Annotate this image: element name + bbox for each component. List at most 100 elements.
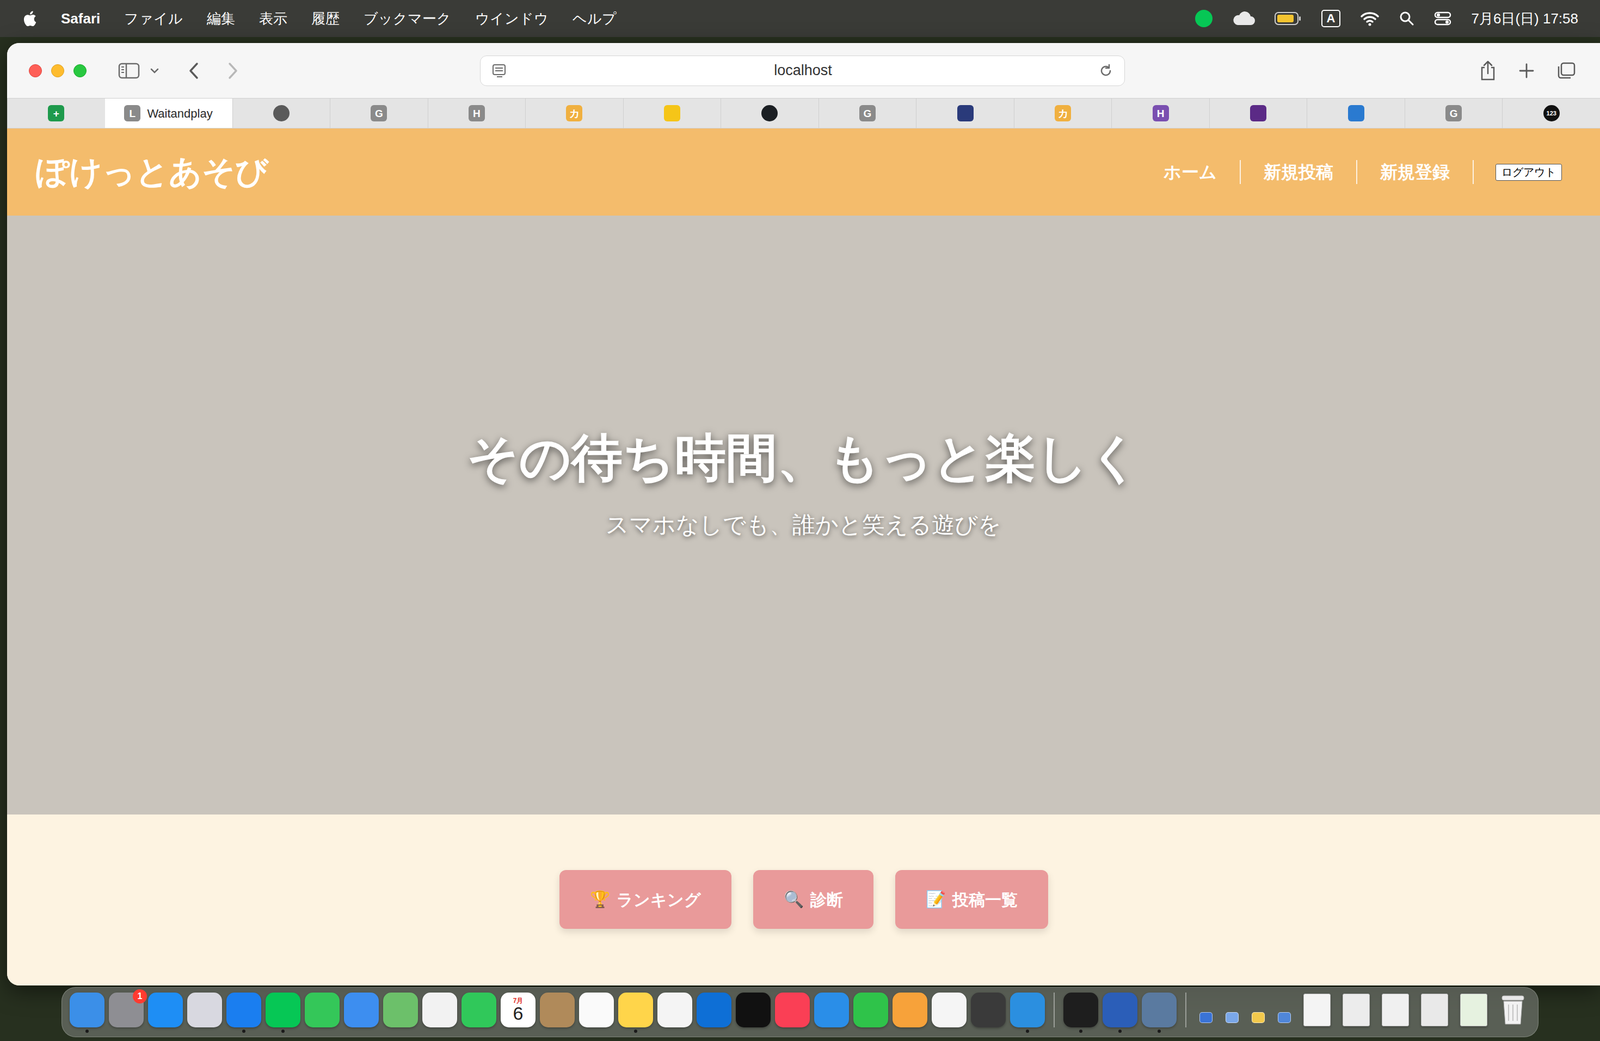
dock-item[interactable] [69,992,105,1033]
menu-item[interactable]: 履歴 [311,8,340,30]
dock-item[interactable] [970,992,1006,1033]
dock-item[interactable] [539,992,575,1033]
address-bar[interactable]: localhost [480,55,1125,86]
browser-tab[interactable]: カ [525,98,624,128]
browser-tab[interactable]: G [1404,98,1503,128]
chevron-down-icon[interactable] [149,67,160,75]
dock-item[interactable] [187,992,223,1033]
browser-tab[interactable] [623,98,722,128]
dock-item[interactable] [1102,992,1138,1033]
dock-item[interactable]: 1 [108,992,144,1033]
app-icon [970,992,1006,1027]
dock-item[interactable] [422,992,458,1033]
browser-tab[interactable] [1209,98,1308,128]
action-button[interactable]: 📝投稿一覧 [895,869,1049,929]
search-icon[interactable] [1399,10,1415,27]
dock-item[interactable] [853,992,889,1033]
dock-item[interactable] [735,992,771,1033]
minimized-window[interactable] [1195,992,1217,1027]
new-tab-icon[interactable] [1518,62,1535,79]
dock-item[interactable] [383,992,418,1033]
browser-tab[interactable]: カ [1013,98,1112,128]
action-label: ランキング [616,887,701,912]
dock-item[interactable] [1063,992,1099,1033]
minimized-window[interactable] [1456,992,1492,1027]
dock-item[interactable] [265,992,301,1033]
sidebar-icon[interactable] [118,62,140,80]
dock-item[interactable] [892,992,928,1033]
menu-item[interactable]: ヘルプ [572,8,617,30]
browser-tab[interactable]: G [329,98,428,128]
browser-tab[interactable] [720,98,819,128]
dock-item[interactable] [657,992,693,1033]
cloud-icon[interactable] [1232,10,1255,27]
browser-tab[interactable] [915,98,1014,128]
dock-item[interactable] [148,992,183,1033]
action-button[interactable]: 🔍診断 [753,869,874,929]
dock-item[interactable] [1010,992,1045,1033]
menu-item[interactable]: ブックマーク [363,8,452,30]
browser-tab[interactable]: LWaitandplay [105,98,233,128]
dock-item[interactable] [461,992,497,1033]
nav-link[interactable]: 新規登録 [1356,160,1473,184]
app-menu[interactable]: Safari [60,8,101,30]
action-icon: 🔍 [783,890,804,908]
logout-button[interactable]: ログアウト [1495,163,1562,181]
nav-link[interactable]: ホーム [1140,160,1240,184]
action-icon: 🏆 [589,890,611,908]
nav-link[interactable]: 新規投稿 [1239,160,1357,184]
menu-item[interactable]: ウインドウ [475,8,549,30]
input-source[interactable]: A [1321,9,1341,28]
action-label: 投稿一覧 [952,887,1018,912]
browser-tab[interactable]: + [7,98,106,128]
minimize-button[interactable] [51,64,65,78]
battery-icon[interactable] [1274,11,1302,26]
dock-item[interactable] [618,992,654,1033]
dock-item[interactable] [696,992,732,1033]
browser-tab[interactable] [1306,98,1405,128]
reload-icon[interactable] [1098,63,1114,79]
dock-item[interactable]: 7月6 [500,992,536,1033]
share-icon[interactable] [1479,59,1497,82]
minimized-window[interactable] [1377,992,1413,1027]
trash[interactable] [1495,992,1531,1027]
dock-item[interactable] [343,992,379,1033]
control-center-icon[interactable] [1434,10,1452,27]
dock-item[interactable] [774,992,810,1033]
zoom-button[interactable] [73,64,87,78]
browser-tab[interactable]: H [427,98,526,128]
browser-tab[interactable]: H [1111,98,1210,128]
dock-item[interactable] [304,992,340,1033]
minimized-window[interactable] [1273,992,1296,1027]
menu-item[interactable]: 表示 [259,8,288,30]
site-logo[interactable]: ぽけっとあそび [35,155,269,189]
action-button[interactable]: 🏆 ランキング [559,869,732,929]
menu-item[interactable]: ファイル [124,8,183,30]
url-text[interactable]: localhost [507,59,1099,82]
dock-item[interactable] [226,992,262,1033]
minimized-window[interactable] [1247,992,1270,1027]
dock-item[interactable] [1141,992,1177,1033]
forward-icon[interactable] [226,61,239,80]
minimized-window[interactable] [1299,992,1335,1027]
dock-item[interactable] [579,992,614,1033]
browser-tab[interactable]: 123 [1502,98,1600,128]
dock-item[interactable] [931,992,967,1033]
minimized-window[interactable] [1221,992,1243,1027]
page-menu-icon[interactable] [491,63,508,79]
hero: その待ち時間、もっと楽しく スマホなしでも、誰かと笑える遊びを [7,215,1600,815]
minimized-window[interactable] [1338,992,1374,1027]
browser-tab[interactable] [232,98,331,128]
browser-tab[interactable]: G [818,98,917,128]
menu-item[interactable]: 編集 [206,8,236,30]
clock[interactable]: 7月6日(日) 17:58 [1471,8,1579,30]
line-icon[interactable] [1195,9,1213,28]
close-button[interactable] [28,64,42,78]
apple-icon[interactable] [21,9,38,28]
minimized-window[interactable] [1417,992,1452,1027]
wifi-icon[interactable] [1360,10,1380,27]
dock-item[interactable] [814,992,849,1033]
tab-overview-icon[interactable] [1556,61,1577,80]
back-icon[interactable] [187,61,200,80]
toolbar: localhost [7,42,1600,98]
